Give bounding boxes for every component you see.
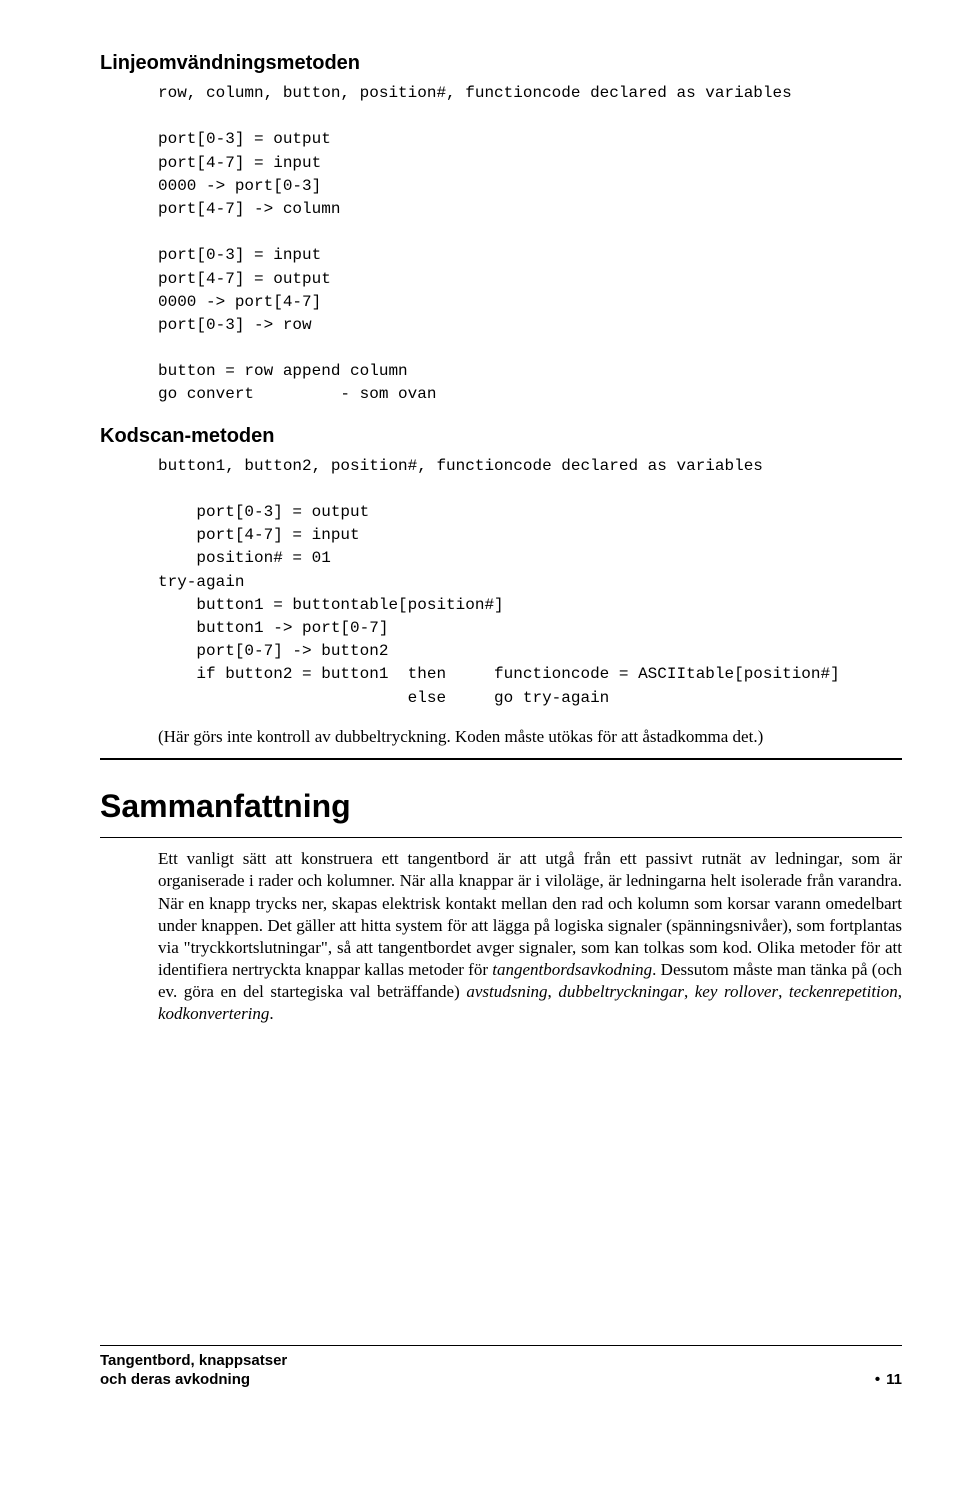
page-number: 11	[886, 1371, 902, 1388]
heading-sammanfattning: Sammanfattning	[100, 786, 902, 828]
code-block-2: button1, button2, position#, functioncod…	[158, 455, 902, 710]
footer-title: Tangentbord, knappsatser och deras avkod…	[100, 1352, 287, 1390]
code-block-1: row, column, button, position#, function…	[158, 82, 902, 407]
footer-rule	[100, 1345, 902, 1346]
heading-linjeomvandning: Linjeomvändningsmetoden	[100, 50, 902, 76]
footer-page: • 11	[875, 1370, 902, 1390]
page-footer: Tangentbord, knappsatser och deras avkod…	[100, 1345, 902, 1390]
summary-paragraph: Ett vanligt sätt att konstruera ett tang…	[158, 848, 902, 1025]
divider-top	[100, 758, 902, 760]
divider-bottom	[100, 837, 902, 838]
footer-line2: och deras avkodning	[100, 1371, 250, 1388]
heading-kodscan: Kodscan-metoden	[100, 423, 902, 449]
note-text: (Här görs inte kontroll av dubbeltryckni…	[158, 726, 902, 748]
bullet-icon: •	[875, 1371, 880, 1388]
footer-line1: Tangentbord, knappsatser	[100, 1352, 287, 1369]
